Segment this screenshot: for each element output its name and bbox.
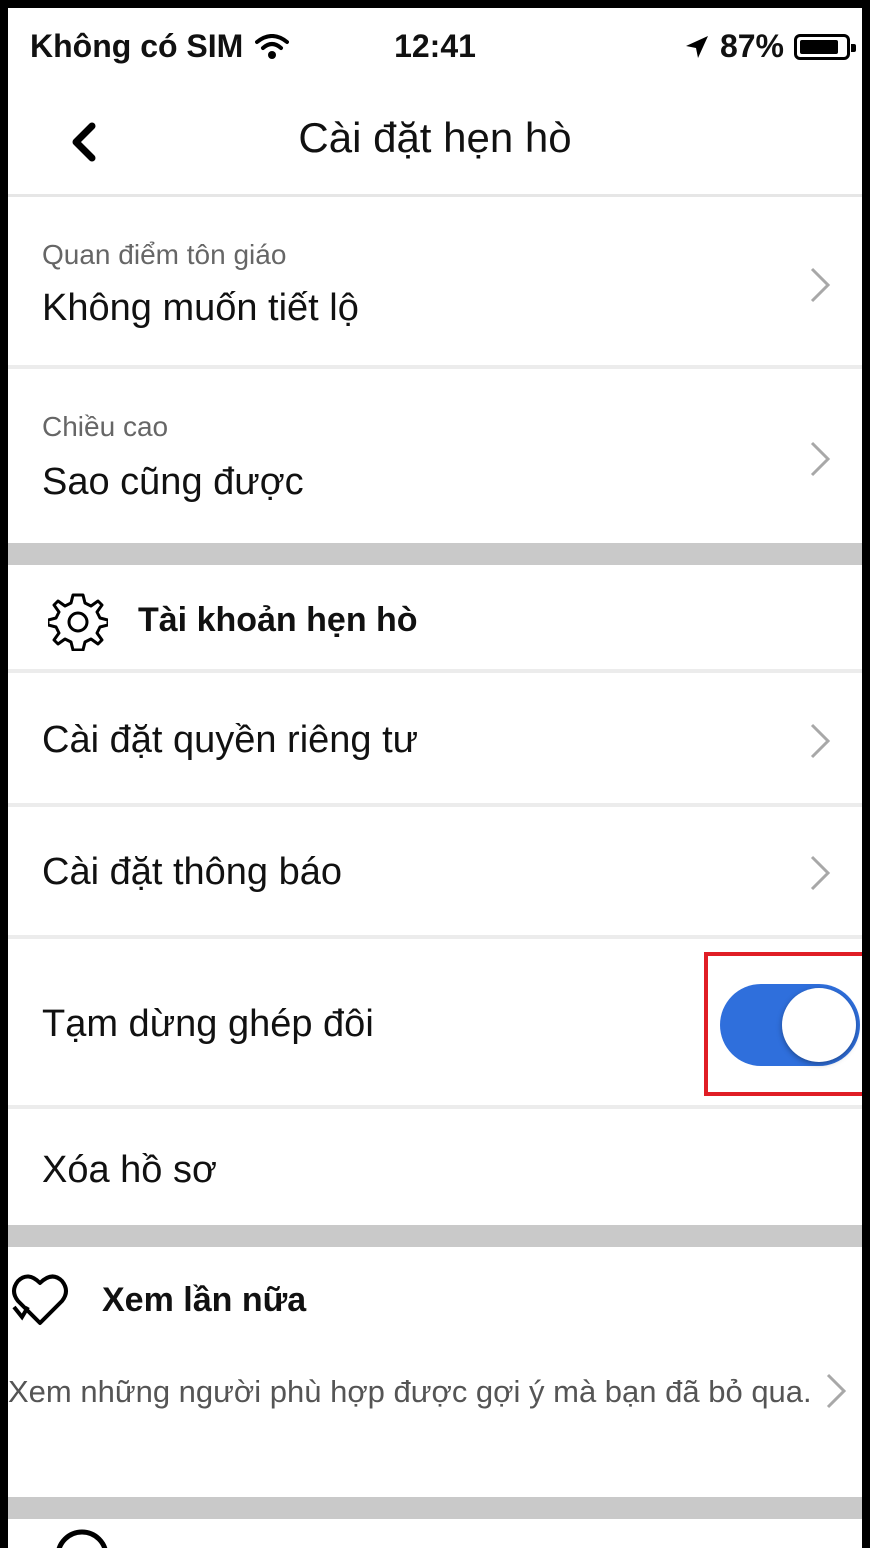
chevron-right-icon bbox=[810, 723, 831, 759]
section-divider bbox=[8, 1225, 862, 1247]
page-title: Cài đặt hẹn hò bbox=[298, 114, 572, 161]
religion-label: Quan điểm tôn giáo bbox=[42, 239, 287, 270]
account-section-header: Tài khoản hẹn hò bbox=[8, 565, 862, 669]
chevron-right-icon bbox=[810, 267, 831, 303]
section-divider bbox=[8, 543, 862, 565]
highlight-box bbox=[704, 952, 862, 1096]
notification-settings-label: Cài đặt thông báo bbox=[42, 851, 343, 893]
battery-percent: 87% bbox=[719, 28, 784, 64]
location-arrow-icon bbox=[685, 35, 708, 58]
religion-value: Không muốn tiết lộ bbox=[42, 287, 359, 329]
notification-settings-row[interactable]: Cài đặt thông báo bbox=[8, 807, 862, 935]
privacy-settings-label: Cài đặt quyền riêng tư bbox=[42, 719, 419, 761]
next-section-icon bbox=[56, 1529, 108, 1548]
section-divider bbox=[8, 1497, 862, 1519]
account-section-title: Tài khoản hẹn hò bbox=[138, 601, 418, 639]
delete-profile-row[interactable]: Xóa hồ sơ bbox=[8, 1109, 862, 1225]
phone-screen: Không có SIM 12:41 87% Cài đặt hẹn hò Qu… bbox=[0, 0, 870, 1548]
status-right: 87% bbox=[684, 28, 856, 65]
delete-profile-label: Xóa hồ sơ bbox=[42, 1149, 217, 1191]
second-look-row[interactable]: Xem những người phù hợp được gợi ý mà bạ… bbox=[8, 1347, 862, 1497]
gear-icon bbox=[48, 593, 108, 651]
religion-row[interactable]: Quan điểm tôn giáo Không muốn tiết lộ bbox=[8, 197, 862, 365]
second-look-header: Xem lần nữa bbox=[8, 1247, 862, 1347]
toggle-knob bbox=[782, 988, 856, 1062]
second-look-title: Xem lần nữa bbox=[102, 1281, 307, 1319]
chevron-right-icon bbox=[810, 855, 831, 891]
status-bar: Không có SIM 12:41 87% bbox=[8, 8, 862, 88]
pause-matching-toggle[interactable] bbox=[720, 984, 860, 1066]
height-value: Sao cũng được bbox=[42, 461, 304, 503]
chevron-right-icon bbox=[826, 1373, 847, 1409]
second-look-description: Xem những người phù hợp được gợi ý mà bạ… bbox=[8, 1374, 812, 1409]
pause-matching-label: Tạm dừng ghép đôi bbox=[42, 1003, 374, 1045]
chevron-right-icon bbox=[810, 441, 831, 477]
privacy-settings-row[interactable]: Cài đặt quyền riêng tư bbox=[8, 673, 862, 803]
height-label: Chiều cao bbox=[42, 411, 169, 442]
battery-icon bbox=[794, 33, 856, 60]
height-row[interactable]: Chiều cao Sao cũng được bbox=[8, 369, 862, 541]
heart-return-icon bbox=[12, 1274, 68, 1325]
nav-bar: Cài đặt hẹn hò bbox=[8, 88, 862, 197]
